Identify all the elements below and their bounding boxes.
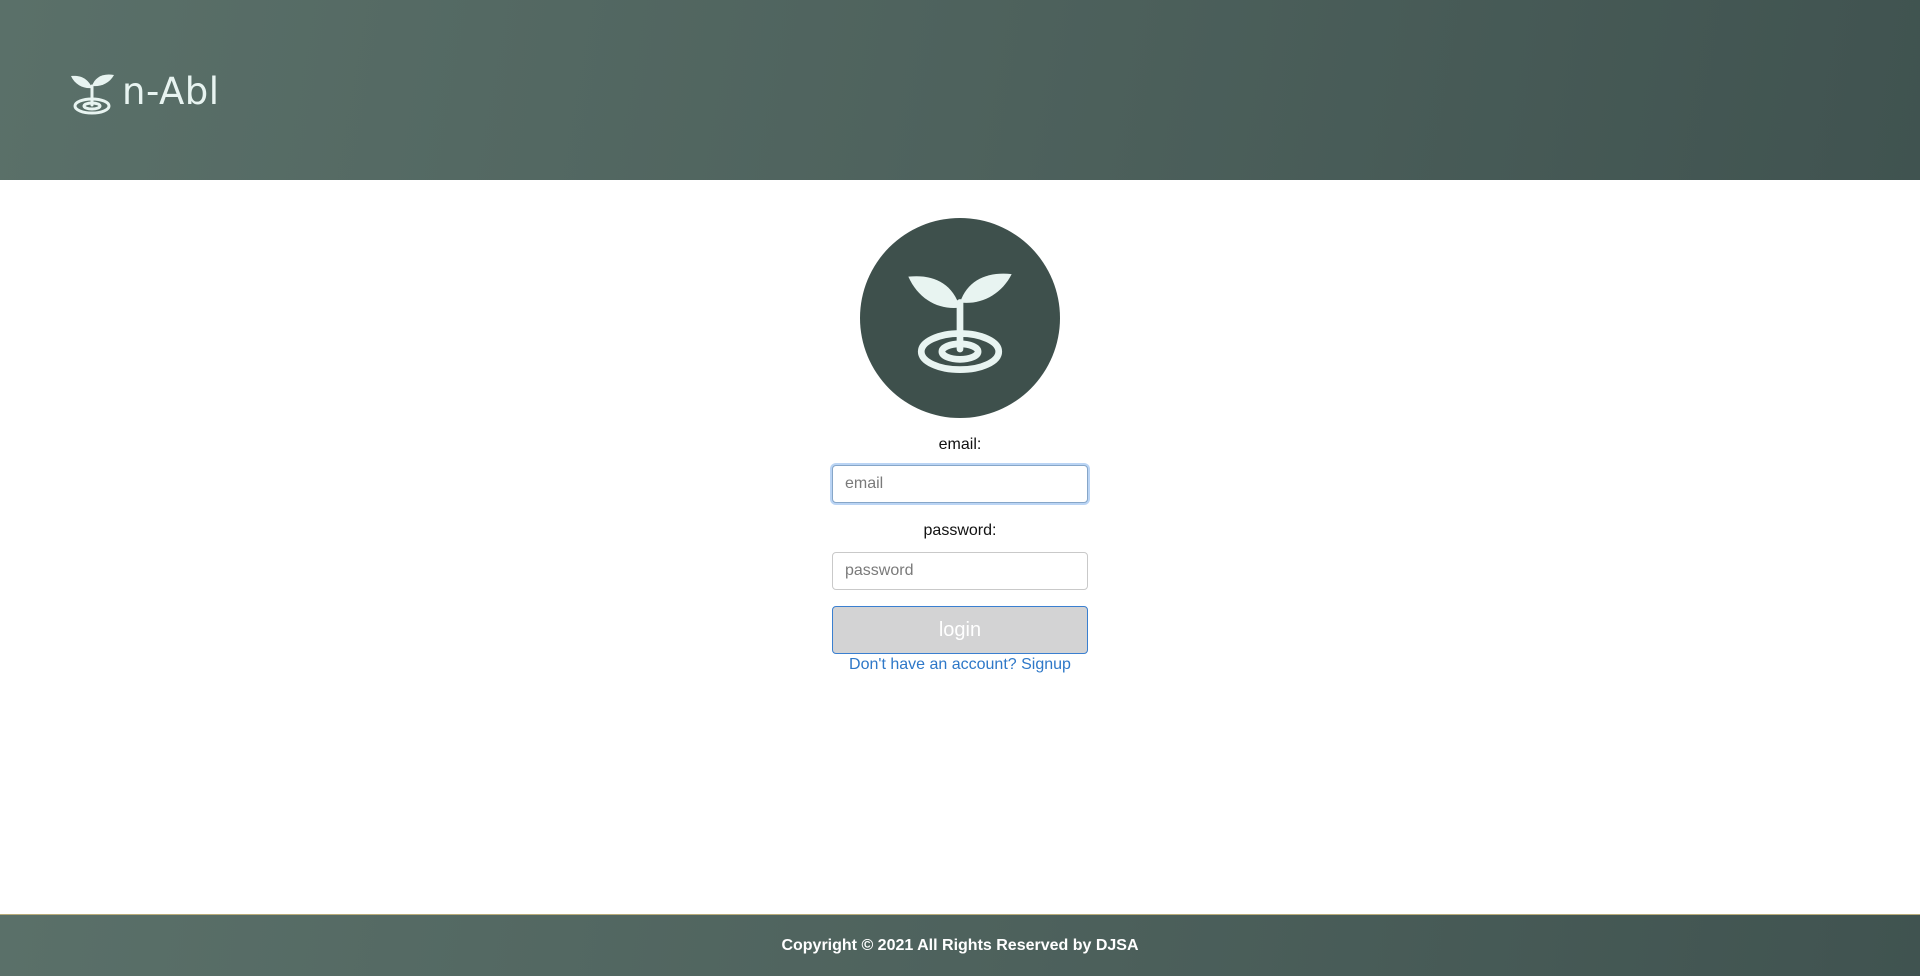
password-field[interactable] [832,552,1088,590]
email-label: email: [938,436,982,453]
sprout-icon [71,74,114,115]
login-button[interactable]: login [832,606,1088,654]
email-field[interactable] [832,465,1088,503]
site-footer: Copyright © 2021 All Rights Reserved by … [0,914,1920,976]
login-section: email: password: login Don't have an acc… [0,180,1920,914]
brand-logo-link[interactable]: n-Abl [68,68,220,116]
password-label: password: [923,522,997,539]
site-header: n-Abl [0,0,1920,180]
avatar [860,218,1060,418]
brand-name: n-Abl [122,70,220,113]
copyright-text: Copyright © 2021 All Rights Reserved by … [781,936,1139,954]
sprout-icon [908,273,1012,374]
signup-link[interactable]: Don't have an account? Signup [810,656,1110,674]
